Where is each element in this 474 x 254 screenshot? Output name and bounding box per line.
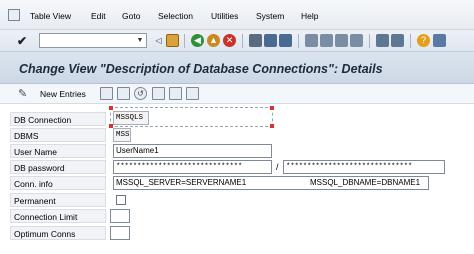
menu-edit[interactable]: Edit (91, 11, 106, 21)
title-bar: Change View "Description of Database Con… (0, 52, 474, 84)
shortcut-icon[interactable] (391, 34, 404, 47)
chevron-down-icon[interactable]: ▼ (135, 35, 145, 46)
find-icon[interactable] (264, 34, 277, 47)
delete-icon[interactable] (117, 87, 130, 100)
user-name-field[interactable]: UserName1 (113, 144, 272, 158)
page-title: Change View "Description of Database Con… (19, 62, 383, 76)
copy-icon[interactable] (100, 87, 113, 100)
password-separator: / (276, 162, 279, 172)
new-entries-button[interactable]: New Entries (40, 89, 86, 99)
conn-info-dbname: MSSQL_DBNAME=DBNAME1 (310, 178, 421, 187)
db-connection-field[interactable]: MSSQLS (113, 111, 149, 125)
back-icon[interactable]: ◀ (191, 34, 204, 47)
permanent-label: Permanent (10, 193, 106, 207)
menu-system[interactable]: System (256, 11, 284, 21)
connection-limit-label: Connection Limit (10, 209, 106, 223)
permanent-checkbox[interactable] (116, 195, 126, 205)
menu-utilities[interactable]: Utilities (211, 11, 238, 21)
optimum-conns-label: Optimum Conns (10, 226, 106, 240)
undo-icon[interactable]: ↺ (134, 87, 147, 100)
next-page-icon[interactable] (335, 34, 348, 47)
db-password-confirm-field[interactable]: ****************************** (283, 160, 445, 174)
dbms-label: DBMS (10, 128, 106, 142)
toolbar-separator (242, 34, 243, 48)
window-menu-icon[interactable] (8, 9, 20, 21)
db-password-label: DB password (10, 160, 106, 174)
toolbar-separator (298, 34, 299, 48)
conn-info-field[interactable]: MSSQL_SERVER=SERVERNAME1 MSSQL_DBNAME=DB… (113, 176, 429, 190)
toolbar-separator (410, 34, 411, 48)
optimum-conns-field[interactable] (110, 226, 130, 240)
application-toolbar: ✎ New Entries ↺ (0, 84, 474, 104)
selection-corner (109, 106, 113, 110)
connection-limit-field[interactable] (110, 209, 130, 223)
print-icon[interactable] (249, 34, 262, 47)
menu-help[interactable]: Help (301, 11, 318, 21)
layout-icon[interactable] (433, 34, 446, 47)
menu-table-view[interactable]: Table View (30, 11, 71, 21)
back-arrow-icon[interactable]: ◁ (152, 34, 165, 47)
menu-goto[interactable]: Goto (122, 11, 140, 21)
selection-corner (270, 124, 274, 128)
select-block-icon[interactable] (169, 87, 182, 100)
dbms-field[interactable]: MSS (113, 128, 131, 142)
conn-info-server: MSSQL_SERVER=SERVERNAME1 (116, 178, 247, 187)
menu-bar: Table View Edit Goto Selection Utilities… (0, 0, 474, 30)
select-all-icon[interactable] (152, 87, 165, 100)
toolbar-separator (369, 34, 370, 48)
details-form: DB Connection MSSQLS DBMS MSS User Name … (0, 104, 474, 254)
enter-icon[interactable]: ✔ (14, 33, 30, 49)
last-page-icon[interactable] (350, 34, 363, 47)
help-icon[interactable]: ? (417, 34, 430, 47)
db-password-field[interactable]: ****************************** (113, 160, 272, 174)
conn-info-label: Conn. info (10, 176, 106, 190)
menu-selection[interactable]: Selection (158, 11, 193, 21)
first-page-icon[interactable] (305, 34, 318, 47)
save-icon[interactable] (166, 34, 179, 47)
command-field[interactable]: ▼ (39, 33, 147, 48)
user-name-label: User Name (10, 144, 106, 158)
previous-page-icon[interactable] (320, 34, 333, 47)
new-session-icon[interactable] (376, 34, 389, 47)
db-connection-label: DB Connection (10, 112, 106, 126)
deselect-all-icon[interactable] (186, 87, 199, 100)
exit-icon[interactable]: ▲ (207, 34, 220, 47)
selection-corner (270, 106, 274, 110)
find-next-icon[interactable] (279, 34, 292, 47)
standard-toolbar: ✔ ▼ ◁ ◀ ▲ ✕ ? (0, 30, 474, 52)
new-entries-icon[interactable]: ✎ (18, 87, 32, 101)
cancel-icon[interactable]: ✕ (223, 34, 236, 47)
toolbar-separator (184, 34, 185, 48)
